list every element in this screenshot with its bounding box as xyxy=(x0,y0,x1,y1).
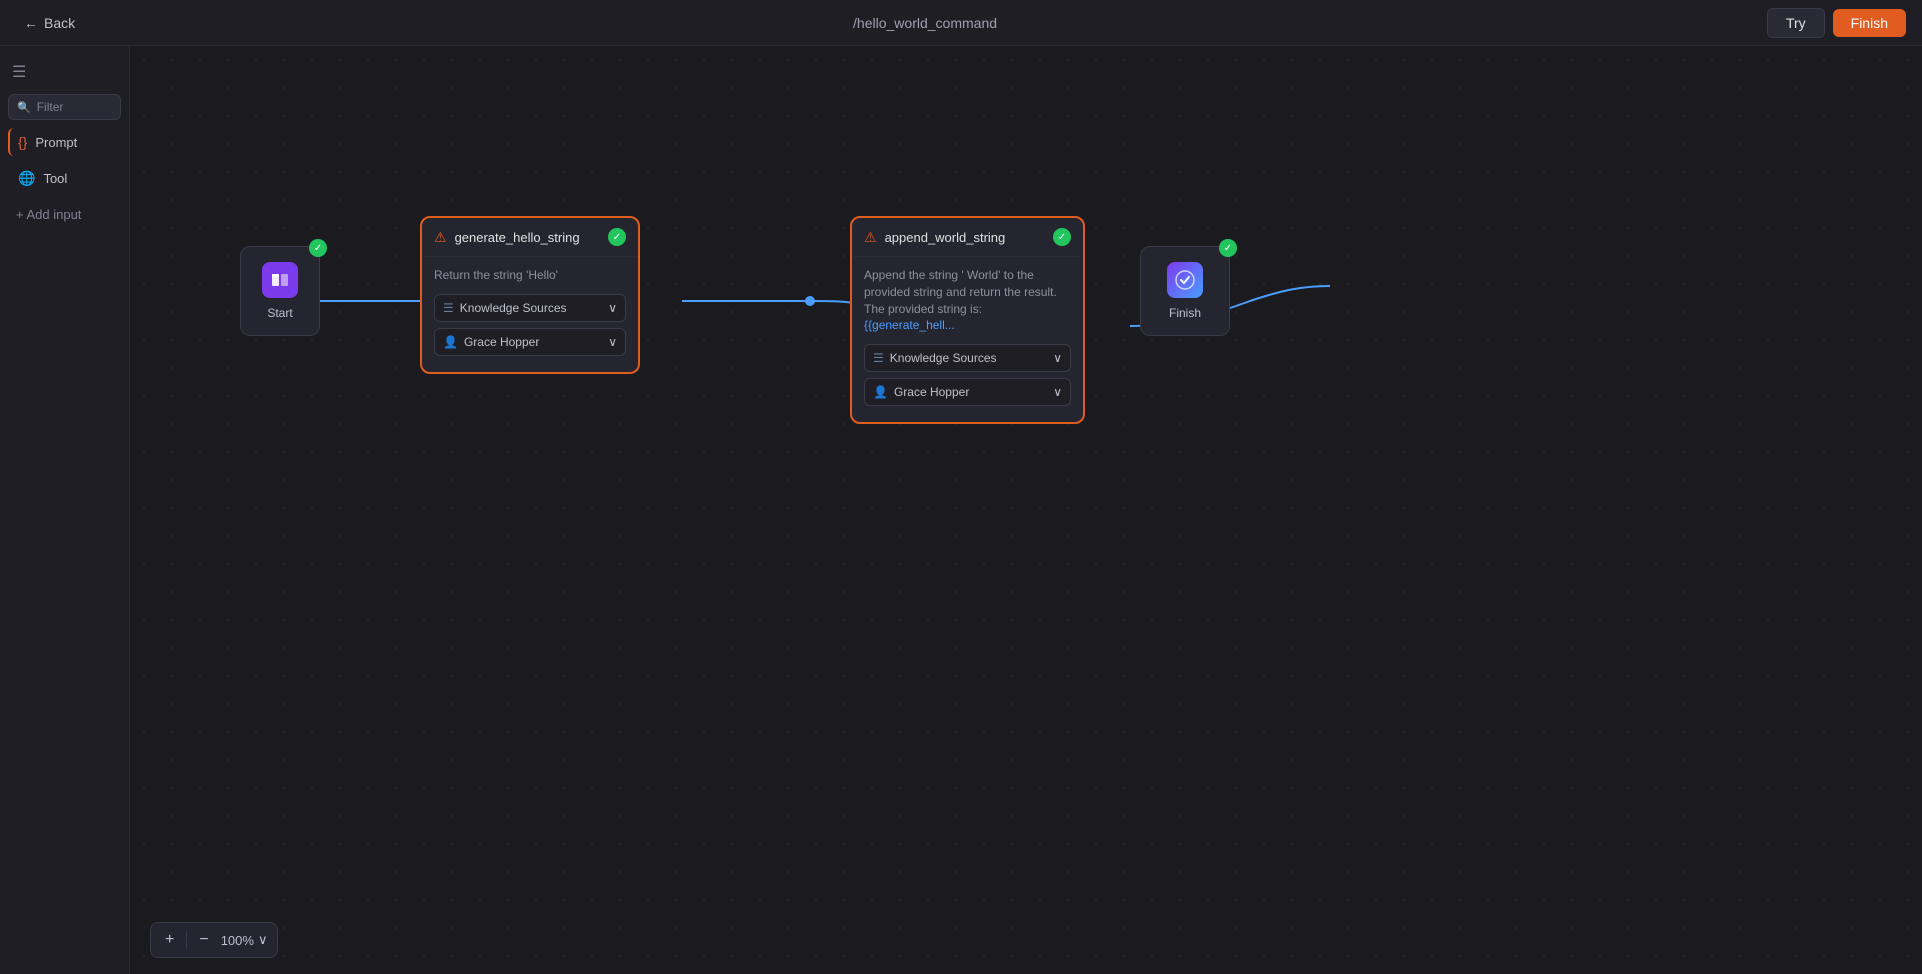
append-world-description: Append the string ' World' to the provid… xyxy=(864,267,1071,334)
start-icon xyxy=(262,262,298,298)
grace-hopper-dropdown-2[interactable]: 👤 Grace Hopper ∨ xyxy=(864,378,1071,406)
header-left: ← Back xyxy=(16,11,83,35)
filter-placeholder: Filter xyxy=(37,100,64,114)
node-title-text-2: append_world_string xyxy=(885,230,1006,245)
zoom-chevron-icon[interactable]: ∨ xyxy=(258,932,268,948)
zoom-value: 100% xyxy=(221,933,254,948)
generate-hello-body: Return the string 'Hello' ☰ Knowledge So… xyxy=(422,257,638,372)
node-title-text: generate_hello_string xyxy=(455,230,580,245)
append-world-title: ⚠ append_world_string xyxy=(864,229,1005,246)
knowledge-sources-dropdown-2[interactable]: ☰ Knowledge Sources ∨ xyxy=(864,344,1071,372)
task-orange-icon: ⚠ xyxy=(434,229,447,246)
generate-hello-title: ⚠ generate_hello_string xyxy=(434,229,580,246)
try-button[interactable]: Try xyxy=(1767,8,1825,38)
sidebar-collapse-icon[interactable]: ☰ xyxy=(12,62,26,82)
generate-hello-node: ⚠ generate_hello_string ✓ Return the str… xyxy=(420,216,640,374)
sidebar-item-label: Prompt xyxy=(35,135,77,150)
sidebar-item-tool[interactable]: 🌐 Tool xyxy=(8,164,121,193)
list-icon-2: ☰ xyxy=(873,351,884,365)
zoom-out-button[interactable]: − xyxy=(195,929,212,951)
back-arrow-icon: ← xyxy=(24,15,38,31)
start-label: Start xyxy=(267,306,292,320)
zoom-divider xyxy=(186,932,187,948)
append-check-icon: ✓ xyxy=(1053,228,1071,246)
sidebar-item-label: Tool xyxy=(43,171,67,186)
finish-button[interactable]: Finish xyxy=(1833,9,1906,37)
page-title: /hello_world_command xyxy=(853,15,997,31)
start-check-icon: ✓ xyxy=(309,239,327,257)
generate-hello-header: ⚠ generate_hello_string ✓ xyxy=(422,218,638,257)
back-button[interactable]: ← Back xyxy=(16,11,83,35)
append-world-body: Append the string ' World' to the provid… xyxy=(852,257,1083,422)
back-label: Back xyxy=(44,15,75,31)
grace-hopper-dropdown-1[interactable]: 👤 Grace Hopper ∨ xyxy=(434,328,626,356)
generate-check-icon: ✓ xyxy=(608,228,626,246)
chevron-down-icon-2: ∨ xyxy=(608,335,617,349)
filter-input-container[interactable]: 🔍 Filter xyxy=(8,94,121,120)
tool-icon: 🌐 xyxy=(18,170,35,187)
start-node: ✓ Start xyxy=(240,246,320,336)
chevron-down-icon-4: ∨ xyxy=(1053,385,1062,399)
sidebar-icon-row: ☰ xyxy=(8,58,121,86)
header: ← Back /hello_world_command Try Finish xyxy=(0,0,1922,46)
zoom-level-display: 100% ∨ xyxy=(221,932,268,948)
zoom-in-button[interactable]: + xyxy=(161,929,178,951)
finish-check-icon: ✓ xyxy=(1219,239,1237,257)
generate-hello-description: Return the string 'Hello' xyxy=(434,267,626,284)
chevron-down-icon-1: ∨ xyxy=(608,301,617,315)
append-world-header: ⚠ append_world_string ✓ xyxy=(852,218,1083,257)
finish-icon xyxy=(1167,262,1203,298)
person-icon-1: 👤 xyxy=(443,335,458,349)
knowledge-sources-dropdown-1[interactable]: ☰ Knowledge Sources ∨ xyxy=(434,294,626,322)
list-icon-1: ☰ xyxy=(443,301,454,315)
append-world-node: ⚠ append_world_string ✓ Append the strin… xyxy=(850,216,1085,424)
chevron-down-icon-3: ∨ xyxy=(1053,351,1062,365)
finish-label: Finish xyxy=(1169,306,1201,320)
search-icon: 🔍 xyxy=(17,101,31,114)
prompt-icon: {} xyxy=(18,134,27,150)
finish-node: ✓ Finish xyxy=(1140,246,1230,336)
sidebar-item-prompt[interactable]: {} Prompt xyxy=(8,128,121,156)
add-input-button[interactable]: + Add input xyxy=(8,201,121,228)
canvas: ✓ Start ⚠ generate_hello_string ✓ Return… xyxy=(130,46,1922,974)
task-orange-icon-2: ⚠ xyxy=(864,229,877,246)
zoom-toolbar: + − 100% ∨ xyxy=(150,922,278,958)
header-actions: Try Finish xyxy=(1767,8,1906,38)
person-icon-2: 👤 xyxy=(873,385,888,399)
sidebar: ☰ 🔍 Filter {} Prompt 🌐 Tool + Add input xyxy=(0,46,130,974)
